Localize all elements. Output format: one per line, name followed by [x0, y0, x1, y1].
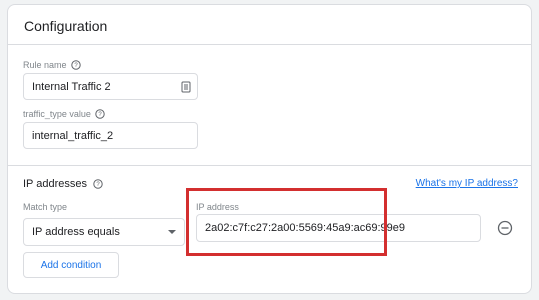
- rule-name-label-group: Rule name ?: [23, 60, 81, 70]
- traffic-type-label-group: traffic_type value ?: [23, 109, 105, 119]
- rule-name-input[interactable]: Internal Traffic 2: [23, 73, 198, 100]
- help-icon[interactable]: ?: [95, 109, 105, 119]
- title-divider: [8, 44, 531, 45]
- ip-addresses-title-group: IP addresses ?: [23, 178, 103, 190]
- traffic-type-input[interactable]: internal_traffic_2: [23, 122, 198, 149]
- add-condition-button[interactable]: Add condition: [23, 252, 119, 278]
- ip-addresses-title: IP addresses: [23, 178, 88, 190]
- chevron-down-icon: [168, 230, 176, 234]
- section-divider: [8, 165, 531, 166]
- remove-circle-icon[interactable]: [497, 220, 513, 236]
- traffic-type-label: traffic_type value: [23, 109, 91, 119]
- highlight-box: [186, 188, 387, 256]
- match-type-label: Match type: [23, 202, 68, 212]
- configuration-card: Configuration Rule name ? Internal Traff…: [7, 4, 532, 294]
- list-icon: [181, 81, 191, 93]
- help-icon[interactable]: ?: [70, 60, 81, 70]
- traffic-type-value: internal_traffic_2: [32, 129, 114, 142]
- match-type-select[interactable]: IP address equals: [23, 218, 185, 246]
- help-icon[interactable]: ?: [93, 179, 103, 189]
- rule-name-value: Internal Traffic 2: [32, 80, 111, 93]
- rule-name-label: Rule name: [23, 60, 67, 70]
- whats-my-ip-link[interactable]: What's my IP address?: [416, 178, 518, 189]
- card-title: Configuration: [24, 18, 108, 34]
- match-type-value: IP address equals: [32, 226, 120, 238]
